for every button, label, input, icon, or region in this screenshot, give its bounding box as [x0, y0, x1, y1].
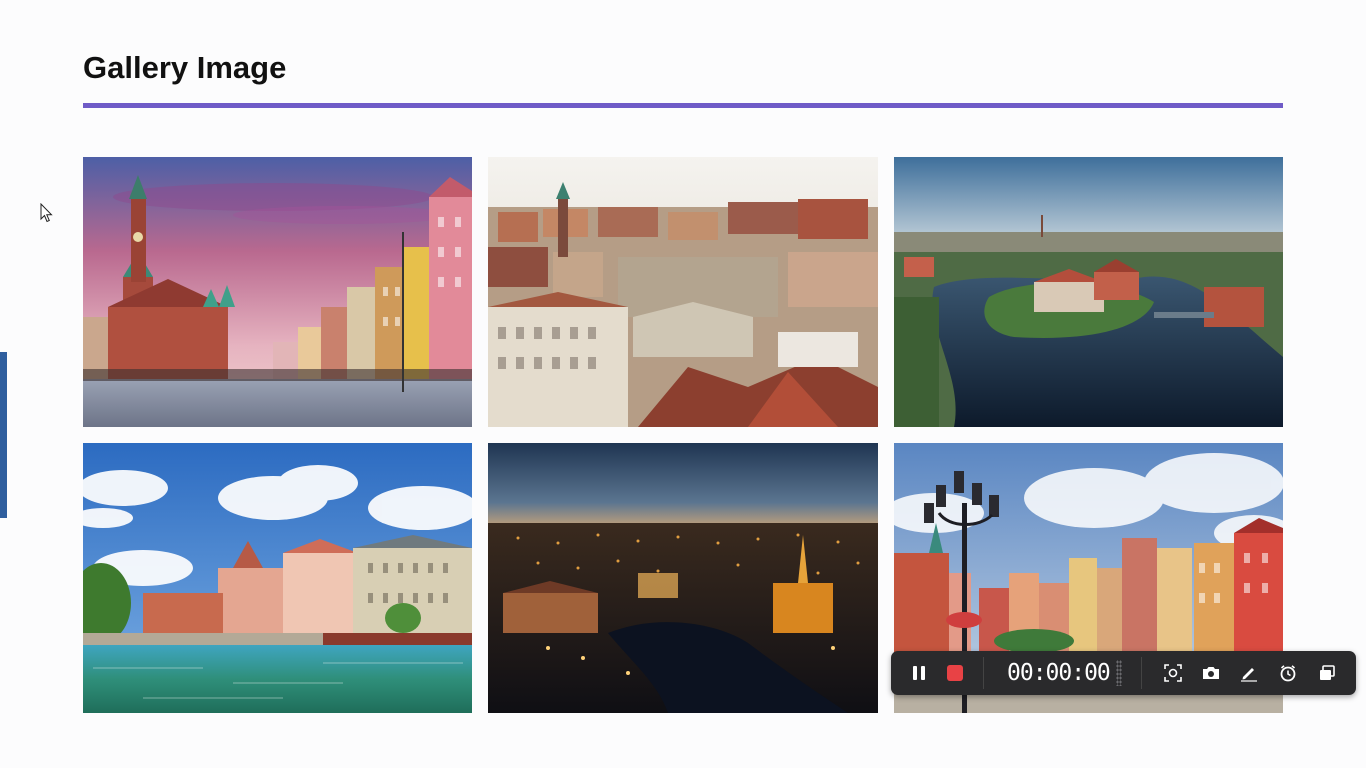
- side-tab[interactable]: [0, 352, 7, 518]
- gallery-image-5-picture: [488, 443, 878, 713]
- annotate-button[interactable]: [1238, 662, 1260, 684]
- pen-icon: [1241, 668, 1257, 682]
- camera-icon: [1203, 667, 1219, 679]
- title-underline: [83, 103, 1283, 108]
- stop-record-icon: [947, 665, 963, 681]
- window-icon: [1320, 665, 1335, 680]
- window-mode-button[interactable]: [1316, 662, 1338, 684]
- image-gallery: [83, 157, 1283, 713]
- pause-icon: [913, 666, 925, 680]
- pause-button[interactable]: [908, 662, 930, 684]
- gallery-image-3[interactable]: [894, 157, 1283, 427]
- mouse-cursor-icon: [40, 203, 53, 223]
- gallery-image-5[interactable]: [488, 443, 878, 713]
- page: Gallery Image 00:00:00: [0, 0, 1366, 768]
- gallery-image-2[interactable]: [488, 157, 878, 427]
- drag-handle[interactable]: [1116, 660, 1122, 686]
- screen-recorder-toolbar: 00:00:00: [891, 651, 1356, 695]
- gallery-image-4[interactable]: [83, 443, 472, 713]
- gallery-image-4-picture: [83, 443, 472, 713]
- gallery-image-3-picture: [894, 157, 1283, 427]
- region-capture-button[interactable]: [1162, 662, 1184, 684]
- recording-timer: 00:00:00: [1007, 660, 1111, 686]
- divider: [1141, 657, 1142, 689]
- schedule-button[interactable]: [1277, 662, 1299, 684]
- region-capture-icon: [1164, 664, 1182, 682]
- gallery-image-2-picture: [488, 157, 878, 427]
- gallery-image-1-picture: [83, 157, 472, 427]
- stop-recording-button[interactable]: [944, 662, 966, 684]
- screenshot-button[interactable]: [1200, 662, 1222, 684]
- gallery-image-1[interactable]: [83, 157, 472, 427]
- page-title: Gallery Image: [83, 50, 287, 85]
- divider: [983, 657, 984, 689]
- timer-icon: [1280, 665, 1296, 682]
